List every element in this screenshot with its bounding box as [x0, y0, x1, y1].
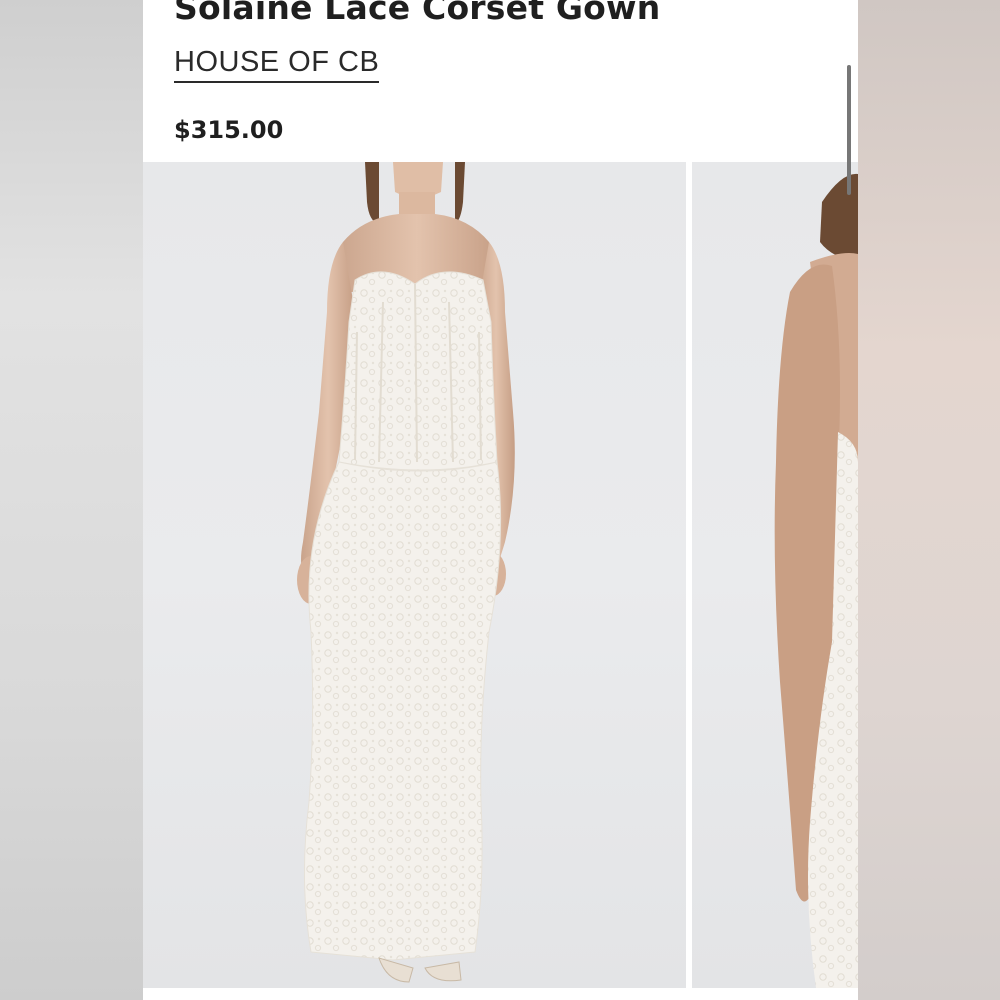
product-header: Solaine Lace Corset Gown HOUSE OF CB $31…	[143, 0, 858, 160]
product-image-front[interactable]	[143, 162, 686, 988]
product-page: Solaine Lace Corset Gown HOUSE OF CB $31…	[143, 0, 858, 1000]
model-front-illustration	[297, 162, 515, 983]
image-gallery[interactable]	[143, 162, 858, 1000]
product-title: Solaine Lace Corset Gown	[174, 0, 661, 27]
blurred-right-border	[858, 0, 1000, 1000]
product-image-side[interactable]	[692, 162, 858, 988]
blurred-left-border	[0, 0, 143, 1000]
model-side-illustration	[774, 173, 858, 988]
product-price: $315.00	[174, 116, 284, 144]
scrollbar[interactable]	[847, 65, 851, 195]
brand-link[interactable]: HOUSE OF CB	[174, 46, 380, 83]
